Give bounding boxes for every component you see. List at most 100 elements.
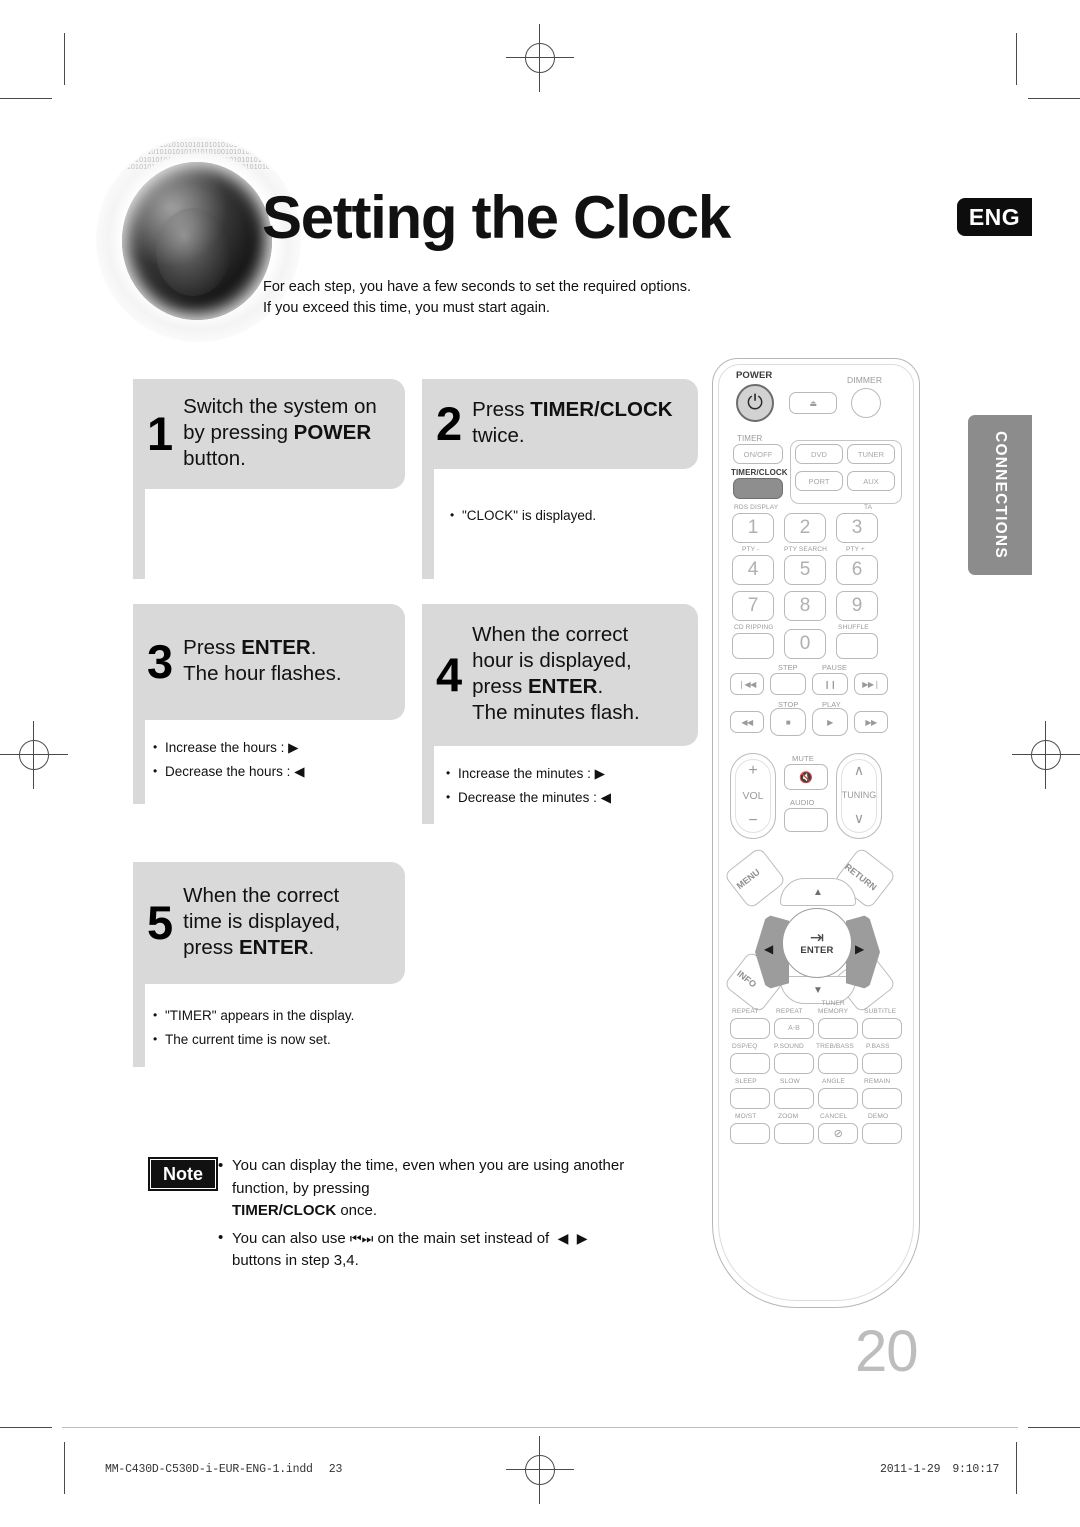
p-bass-button[interactable] (862, 1053, 902, 1074)
key-6-label: 6 (851, 559, 863, 580)
stop-button[interactable]: ■ (770, 708, 806, 736)
sleep-button[interactable] (730, 1088, 770, 1109)
key-2[interactable]: 2 (784, 513, 826, 543)
timer-clock-button[interactable] (733, 478, 783, 499)
nav-up-button[interactable]: ▲ (780, 878, 856, 906)
step-5: 5 When the correct time is displayed, pres… (133, 862, 405, 1067)
mo-st-button[interactable] (730, 1123, 770, 1144)
source-button-port[interactable]: PORT (795, 471, 843, 491)
source-button-dvd[interactable]: DVD (795, 444, 843, 464)
step-4-note-2: Decrease the minutes : ◀ (446, 785, 611, 810)
shuffle-button[interactable] (836, 633, 878, 659)
key-4-label: 4 (747, 559, 759, 580)
play-button[interactable]: ▶ (812, 708, 848, 736)
cd-ripping-button[interactable] (732, 633, 774, 659)
key-9[interactable]: 9 (836, 591, 878, 621)
mo-st-label: MO/ST (735, 1113, 757, 1120)
pty-minus-label: PTY - (742, 546, 760, 553)
registration-mark-right (1012, 721, 1080, 789)
mute-button[interactable]: 🔇 (784, 764, 828, 790)
footer-divider (62, 1427, 1018, 1428)
angle-button[interactable] (818, 1088, 858, 1109)
nav-left-icon: ◀ (764, 942, 774, 956)
key-7[interactable]: 7 (732, 591, 774, 621)
footer-file-info: MM-C430D-C530D-i-EUR-ENG-1.indd 23 (105, 1463, 342, 1476)
subtitle-label: SUBTITLE (864, 1008, 897, 1015)
demo-label: DEMO (868, 1113, 889, 1120)
footer-page: 23 (328, 1463, 343, 1476)
footer-filename: MM-C430D-C530D-i-EUR-ENG-1.indd (105, 1463, 313, 1476)
fast-forward-button[interactable]: ▶▶ (854, 711, 888, 733)
subtitle-button[interactable] (862, 1018, 902, 1039)
volume-plus: + (748, 762, 758, 779)
step-5-note-2: The current time is now set. (153, 1027, 354, 1052)
p-sound-button[interactable] (774, 1053, 814, 1074)
ta-label: TA (864, 504, 873, 511)
sleep-label: SLEEP (735, 1078, 757, 1085)
cancel-button[interactable]: ⊘ (818, 1123, 858, 1144)
crop-mark-top-right-v (1016, 33, 1018, 85)
step-4-number: 4 (436, 647, 462, 701)
slow-button[interactable] (774, 1088, 814, 1109)
timer-onoff-button[interactable]: ON/OFF (733, 444, 783, 464)
treb-bass-label: TREB/BASS (816, 1043, 854, 1050)
dimmer-button[interactable] (851, 388, 881, 418)
zoom-button[interactable] (774, 1123, 814, 1144)
treb-bass-button[interactable] (818, 1053, 858, 1074)
note-body: You can display the time, even when you … (218, 1155, 678, 1277)
key-3-label: 3 (851, 517, 863, 538)
key-1[interactable]: 1 (732, 513, 774, 543)
key-4[interactable]: 4 (732, 555, 774, 585)
key-3[interactable]: 3 (836, 513, 878, 543)
navigation-cluster: MENU RETURN INFO EXIT ▲ ▼ ◀ ▶ ⇥ ENTER (723, 846, 897, 1014)
skip-forward-button[interactable]: ▶▶❘ (854, 673, 888, 695)
repeat-button[interactable] (730, 1018, 770, 1039)
eject-button[interactable]: ⏏ (789, 392, 837, 414)
tuning-rocker[interactable]: ∧ TUNING ∨ (836, 753, 882, 839)
tuning-up-icon: ∧ (853, 762, 865, 778)
step-1: 1 Switch the system on by pressing POWER b… (133, 379, 405, 579)
enter-button[interactable]: ⇥ ENTER (782, 908, 852, 978)
repeat-ab-button[interactable]: A-B (774, 1018, 814, 1039)
key-0[interactable]: 0 (784, 629, 826, 659)
step-3-notes: Increase the hours : ▶ Decrease the hour… (153, 735, 304, 784)
registration-mark-top (506, 24, 574, 92)
source-button-aux[interactable]: AUX (847, 471, 895, 491)
slow-label: SLOW (780, 1078, 800, 1085)
demo-button[interactable] (862, 1123, 902, 1144)
repeat-ab-sub: A-B (788, 1025, 800, 1032)
key-7-label: 7 (747, 595, 759, 616)
eject-icon: ⏏ (809, 398, 817, 408)
language-tab: ENG (957, 198, 1032, 236)
pause-button[interactable]: ❙❙ (812, 673, 848, 695)
dimmer-label: DIMMER (847, 375, 883, 385)
skip-back-button[interactable]: ❘◀◀ (730, 673, 764, 695)
rewind-button[interactable]: ◀◀ (730, 711, 764, 733)
key-6[interactable]: 6 (836, 555, 878, 585)
key-0-label: 0 (799, 633, 811, 654)
step-button[interactable] (770, 673, 806, 695)
skip-forward-icon: ▶▶❘ (862, 679, 880, 689)
audio-label: AUDIO (790, 798, 815, 807)
audio-button[interactable] (784, 808, 828, 832)
tuner-memory-button[interactable] (818, 1018, 858, 1039)
key-2-label: 2 (799, 517, 811, 538)
source-button-tuner[interactable]: TUNER (847, 444, 895, 464)
step-1-number: 1 (147, 406, 173, 460)
footer-date: 2011-1-29 (880, 1463, 941, 1476)
key-8[interactable]: 8 (784, 591, 826, 621)
volume-minus: − (748, 812, 758, 829)
power-label: POWER (736, 370, 773, 381)
key-9-label: 9 (851, 595, 863, 616)
tuner-memory-label: TUNER MEMORY (818, 1000, 849, 1015)
volume-rocker[interactable]: + VOL − (730, 753, 776, 839)
nav-right-icon: ▶ (855, 942, 865, 956)
pause-icon: ❙❙ (823, 679, 837, 689)
repeat-ab-label: REPEAT (776, 1008, 803, 1015)
remain-button[interactable] (862, 1088, 902, 1109)
key-5[interactable]: 5 (784, 555, 826, 585)
step-4-text: When the correct hour is displayed, press … (472, 623, 640, 724)
power-button[interactable]: ⏻ (736, 384, 774, 422)
step-3-note-2: Decrease the hours : ◀ (153, 759, 304, 784)
dsp-eq-button[interactable] (730, 1053, 770, 1074)
